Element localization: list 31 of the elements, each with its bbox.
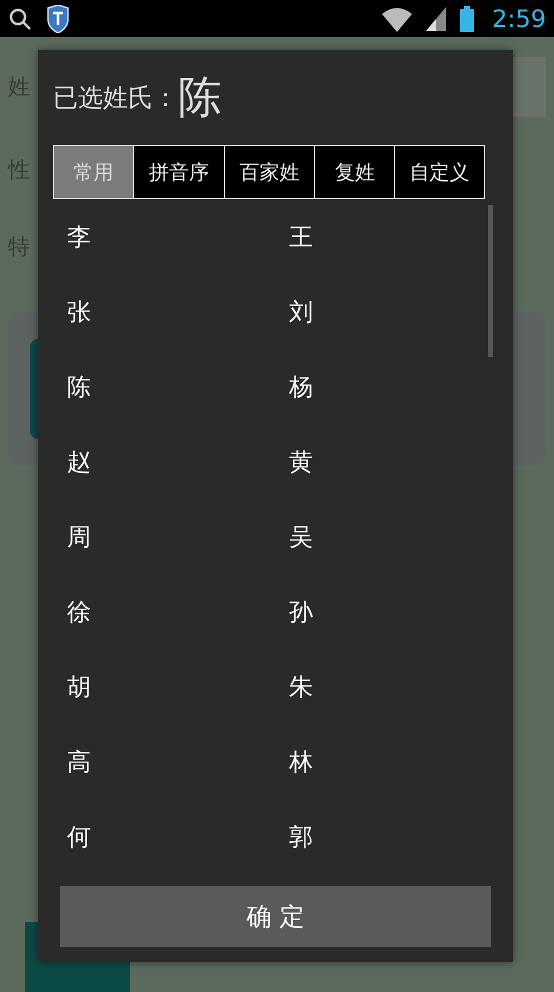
surname-item[interactable]: 林 [289,724,313,799]
tab[interactable]: 复姓 [314,146,394,198]
battery-icon [460,6,474,32]
tab[interactable]: 拼音序 [132,146,224,198]
search-icon [8,6,32,30]
surname-item[interactable]: 刘 [289,274,313,349]
wifi-icon [382,6,412,32]
surname-item[interactable]: 徐 [67,574,91,649]
surname-item[interactable]: 赵 [67,424,91,499]
tab[interactable]: 百家姓 [224,146,314,198]
shield-icon [46,4,70,32]
confirm-button[interactable]: 确 定 [60,886,491,947]
surname-item[interactable]: 吴 [289,499,313,574]
surname-item[interactable]: 黄 [289,424,313,499]
signal-icon [426,6,446,30]
clock-time: 2:59 [492,4,546,32]
surname-item[interactable]: 郭 [289,799,313,874]
surname-item[interactable]: 李 [67,199,91,274]
surname-item[interactable]: 周 [67,499,91,574]
surname-item[interactable]: 王 [289,199,313,274]
surname-item[interactable]: 胡 [67,649,91,724]
surname-item[interactable]: 何 [67,799,91,874]
surname-item[interactable]: 张 [67,274,91,349]
surname-item[interactable]: 陈 [67,349,91,424]
surname-item[interactable]: 杨 [289,349,313,424]
dialog-title: 已选姓氏： [53,82,178,114]
surname-item[interactable]: 高 [67,724,91,799]
selected-surname: 陈 [178,71,222,125]
tab[interactable]: 自定义 [394,146,484,198]
surname-item[interactable]: 孙 [289,574,313,649]
surname-item[interactable]: 朱 [289,649,313,724]
